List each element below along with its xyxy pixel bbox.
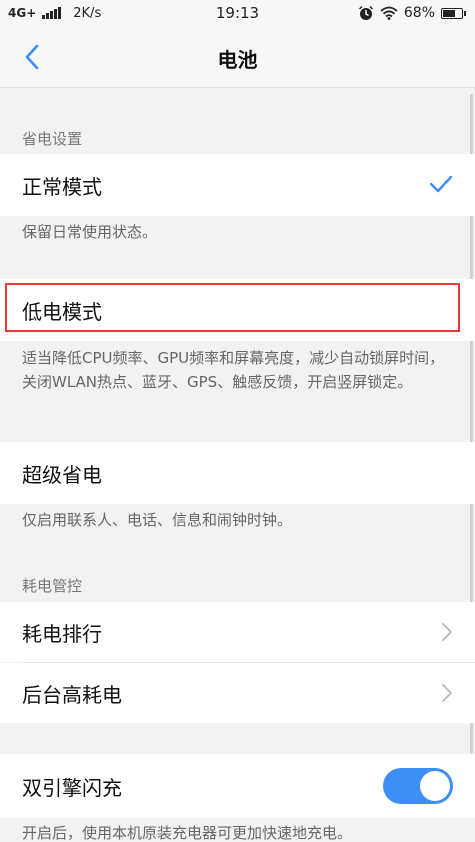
page-title: 电池 bbox=[217, 48, 258, 72]
network-speed: 2K/s bbox=[73, 5, 102, 21]
option-super-saver[interactable]: 超级省电 bbox=[0, 442, 475, 504]
wifi-icon bbox=[380, 6, 398, 20]
setting-description: 开启后，使用本机原装充电器可更加快速地充电。 bbox=[22, 824, 353, 842]
list-item-background-power[interactable]: 后台高耗电 bbox=[0, 663, 475, 723]
alarm-icon bbox=[358, 5, 373, 20]
option-low-power-mode[interactable]: 低电模式 bbox=[0, 279, 475, 341]
list-item-power-ranking[interactable]: 耗电排行 bbox=[0, 602, 475, 662]
list-item-label: 耗电排行 bbox=[22, 621, 102, 646]
option-normal-mode[interactable]: 正常模式 bbox=[0, 154, 475, 216]
status-right: 68% bbox=[358, 5, 466, 21]
option-description: 适当降低CPU频率、GPU频率和屏幕亮度，减少自动锁屏时间，关闭WLAN热点、蓝… bbox=[22, 349, 445, 391]
chevron-right-icon bbox=[442, 623, 452, 641]
nav-bar: 电池 bbox=[0, 26, 475, 88]
checkmark-icon bbox=[429, 175, 453, 193]
signal-icon bbox=[42, 7, 62, 19]
option-description: 仅启用联系人、电话、信息和闹钟时钟。 bbox=[22, 511, 293, 529]
option-label: 低电模式 bbox=[22, 299, 102, 324]
setting-label: 双引擎闪充 bbox=[22, 775, 122, 800]
battery-fill bbox=[443, 9, 455, 17]
chevron-right-icon bbox=[442, 684, 452, 702]
list-item-label: 后台高耗电 bbox=[22, 682, 122, 707]
option-label: 正常模式 bbox=[22, 174, 102, 199]
toggle-knob bbox=[420, 771, 450, 801]
section-header-power-control: 耗电管控 bbox=[22, 577, 83, 595]
status-bar: 4G+ 2K/s 19:13 68% bbox=[0, 0, 475, 26]
dual-engine-toggle[interactable] bbox=[383, 768, 453, 804]
network-type: 4G+ bbox=[8, 6, 37, 20]
option-description: 保留日常使用状态。 bbox=[22, 223, 158, 241]
section-header-power-settings: 省电设置 bbox=[22, 130, 83, 148]
battery-icon bbox=[441, 7, 466, 19]
battery-percent: 68% bbox=[403, 5, 435, 21]
status-left: 4G+ 2K/s bbox=[8, 6, 101, 21]
option-label: 超级省电 bbox=[22, 462, 102, 487]
